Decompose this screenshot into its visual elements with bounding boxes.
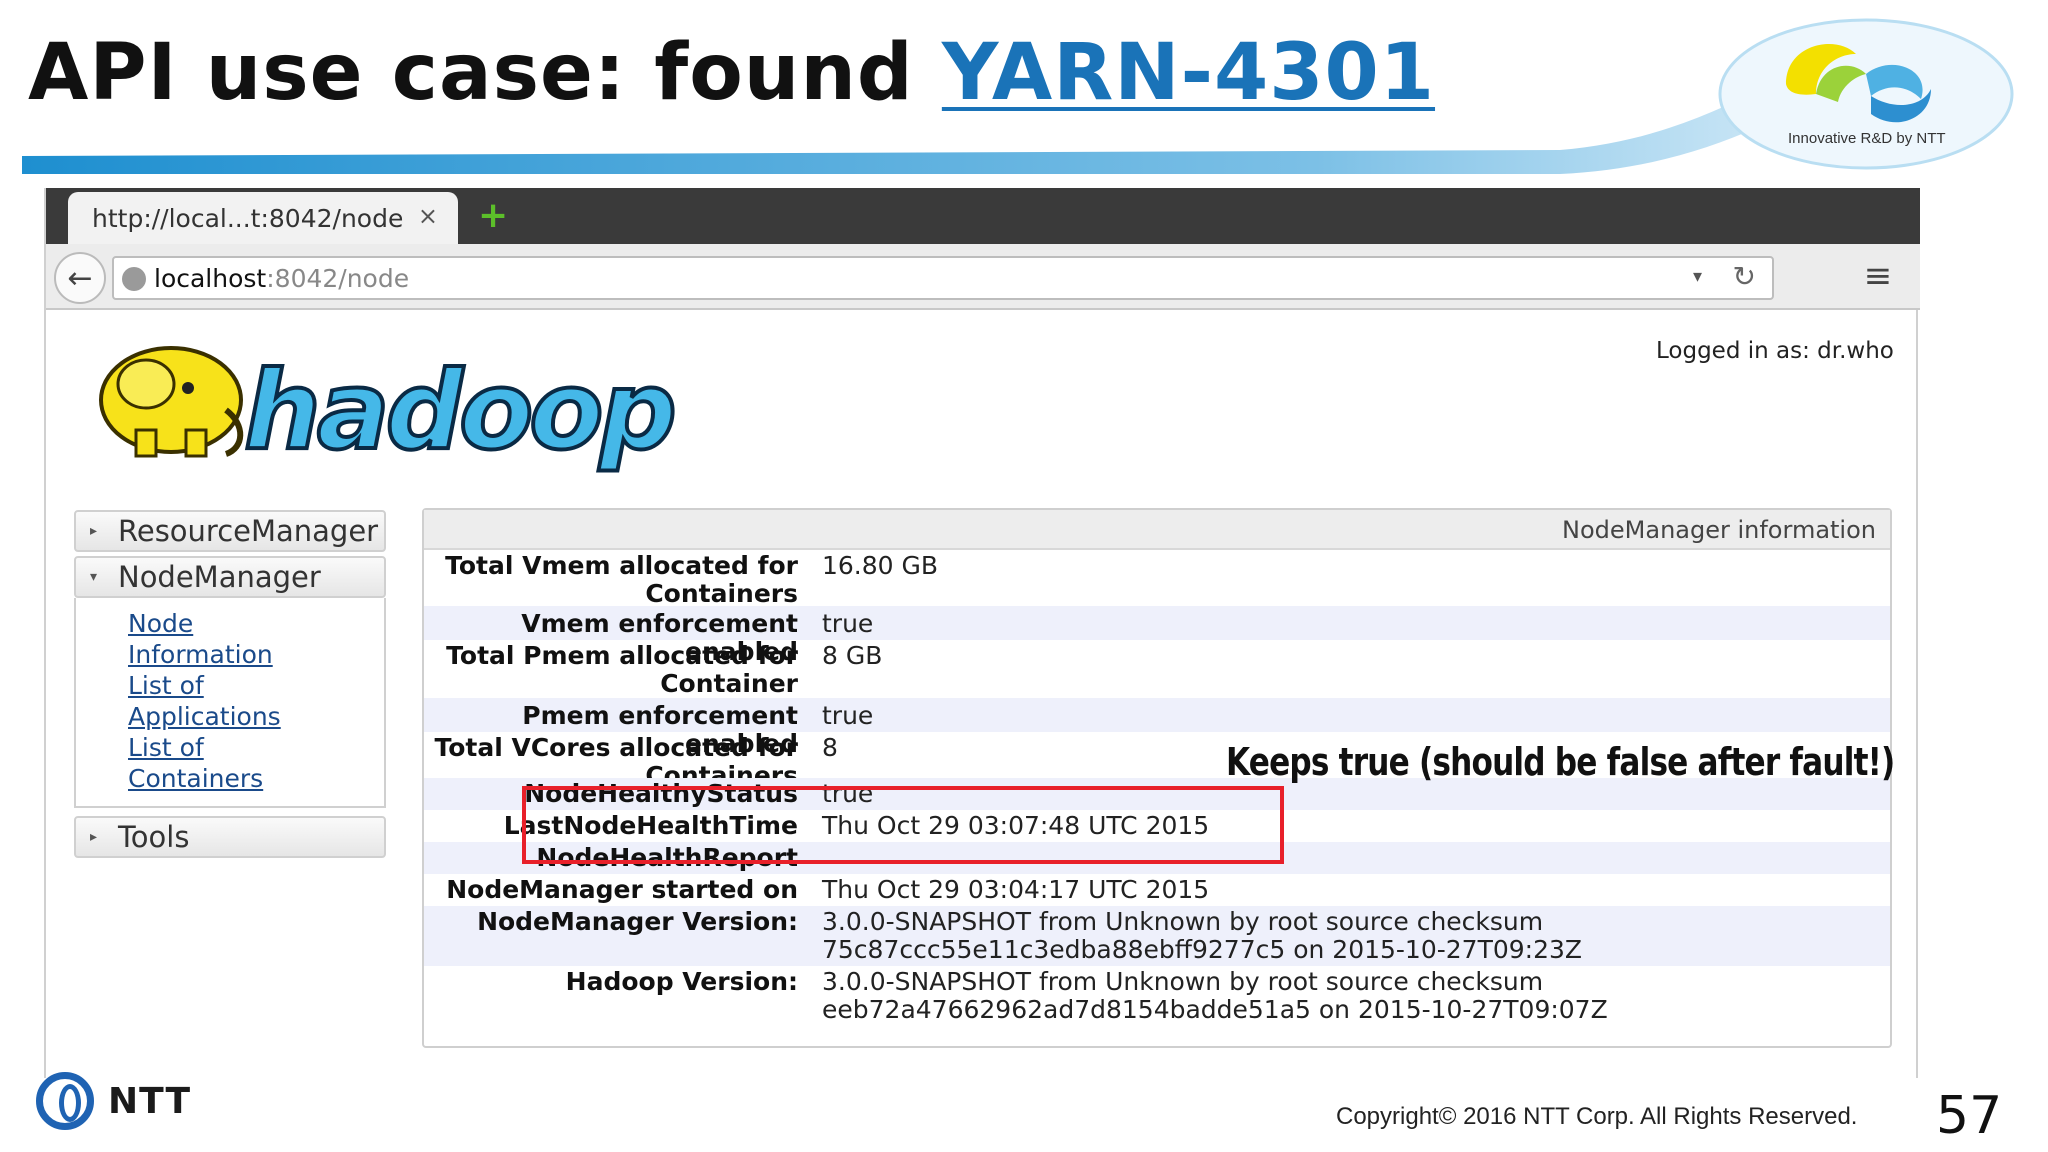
panel-title: NodeManager information xyxy=(424,510,1890,550)
row-key: NodeManager Version: xyxy=(477,907,798,936)
row-value: 3.0.0-SNAPSHOT from Unknown by root sour… xyxy=(822,967,1608,1024)
highlight-box xyxy=(522,786,1284,864)
row-value: true xyxy=(822,609,874,638)
sidebar: ▸ ResourceManager ▾ NodeManager Node Inf… xyxy=(74,510,386,858)
browser-window: http://local...t:8042/node × + ← localho… xyxy=(44,188,1920,1078)
logo-caption: Innovative R&D by NTT xyxy=(1788,130,1946,147)
table-row: Total Vmem allocated for Containers 16.80… xyxy=(424,550,1890,608)
tab-close-icon[interactable]: × xyxy=(418,202,438,230)
page-number: 57 xyxy=(1936,1086,2003,1146)
sidebar-nodemanager[interactable]: ▾ NodeManager xyxy=(74,556,386,598)
sidebar-resourcemanager[interactable]: ▸ ResourceManager xyxy=(74,510,386,552)
svg-text:hadoop: hadoop xyxy=(244,349,673,474)
callout-annotation: Keeps true (should be false after fault!… xyxy=(1226,740,1895,784)
copyright: Copyright© 2016 NTT Corp. All Rights Res… xyxy=(1336,1103,1858,1130)
row-key: Total Pmem allocated for Container xyxy=(446,641,798,698)
row-value: 3.0.0-SNAPSHOT from Unknown by root sour… xyxy=(822,907,1583,964)
expanded-arrow-icon: ▾ xyxy=(90,569,98,585)
row-key: Pmem enforcement enabled xyxy=(522,701,798,758)
ntt-mark-icon xyxy=(36,1072,94,1130)
sidebar-label-nodemanager: NodeManager xyxy=(118,560,321,594)
link-list-applications-1[interactable]: List of xyxy=(128,670,384,701)
tab-title: http://local...t:8042/node xyxy=(92,203,404,233)
collapsed-arrow-icon: ▸ xyxy=(90,523,98,539)
link-list-containers-1[interactable]: List of xyxy=(128,732,384,763)
new-tab-icon[interactable]: + xyxy=(478,198,508,234)
slide-title: API use case: found YARN-4301 xyxy=(28,28,1435,118)
url-host: localhost xyxy=(154,264,267,293)
nav-toolbar: ← localhost:8042/node ▾ ↻ ≡ xyxy=(46,244,1920,310)
url-text: localhost:8042/node xyxy=(154,264,409,293)
hamburger-menu-icon[interactable]: ≡ xyxy=(1858,254,1898,298)
nodemanager-links: Node Information List of Applications Li… xyxy=(74,598,386,808)
row-key: Vmem enforcement enabled xyxy=(521,609,798,666)
yarn-issue-link[interactable]: YARN-4301 xyxy=(942,28,1435,118)
link-list-containers-2[interactable]: Containers xyxy=(128,763,384,794)
sidebar-label-resourcemanager: ResourceManager xyxy=(118,514,379,548)
reload-icon[interactable]: ↻ xyxy=(1733,260,1756,293)
url-bar[interactable]: localhost:8042/node ▾ ↻ xyxy=(112,256,1774,300)
sidebar-label-tools: Tools xyxy=(118,820,190,854)
globe-icon xyxy=(122,267,146,291)
ntt-wordmark: NTT xyxy=(108,1080,192,1122)
link-node-information-1[interactable]: Node xyxy=(128,608,384,639)
back-arrow-icon[interactable]: ← xyxy=(54,252,106,304)
url-path: :8042/node xyxy=(266,264,410,293)
ntt-rd-logo xyxy=(1718,18,2014,170)
collapsed-arrow-icon: ▸ xyxy=(90,829,98,845)
row-value: Thu Oct 29 03:04:17 UTC 2015 xyxy=(822,875,1210,904)
tab-bar: http://local...t:8042/node × + xyxy=(46,188,1920,244)
table-row: Hadoop Version: 3.0.0-SNAPSHOT from Unkn… xyxy=(424,966,1890,1026)
hadoop-logo: hadoop xyxy=(99,346,676,476)
row-key: NodeManager started on xyxy=(446,875,798,904)
table-row: Pmem enforcement enabled true xyxy=(424,698,1890,758)
tab-node[interactable]: http://local...t:8042/node × xyxy=(68,192,458,244)
logged-in-label: Logged in as: dr.who xyxy=(1656,338,1894,364)
slide-title-prefix: API use case: found xyxy=(28,28,942,118)
link-list-applications-2[interactable]: Applications xyxy=(128,701,384,732)
link-node-information-2[interactable]: Information xyxy=(128,639,384,670)
row-value: 16.80 GB xyxy=(822,551,939,580)
row-key: Total VCores allocated for Containers xyxy=(434,733,798,779)
table-row: Vmem enforcement enabled true xyxy=(424,606,1890,666)
table-row: NodeManager Version: 3.0.0-SNAPSHOT from… xyxy=(424,906,1890,966)
sidebar-tools[interactable]: ▸ Tools xyxy=(74,816,386,858)
row-key: Total Vmem allocated for Containers xyxy=(445,551,798,608)
ntt-footer-logo: NTT xyxy=(36,1072,191,1130)
row-key: Hadoop Version: xyxy=(565,967,798,996)
url-dropdown-icon[interactable]: ▾ xyxy=(1693,266,1702,287)
row-value: true xyxy=(822,701,874,730)
row-value: 8 GB xyxy=(822,641,883,670)
table-row: NodeManager started on Thu Oct 29 03:04:… xyxy=(424,874,1890,906)
table-row: Total Pmem allocated for Container 8 GB xyxy=(424,640,1890,698)
